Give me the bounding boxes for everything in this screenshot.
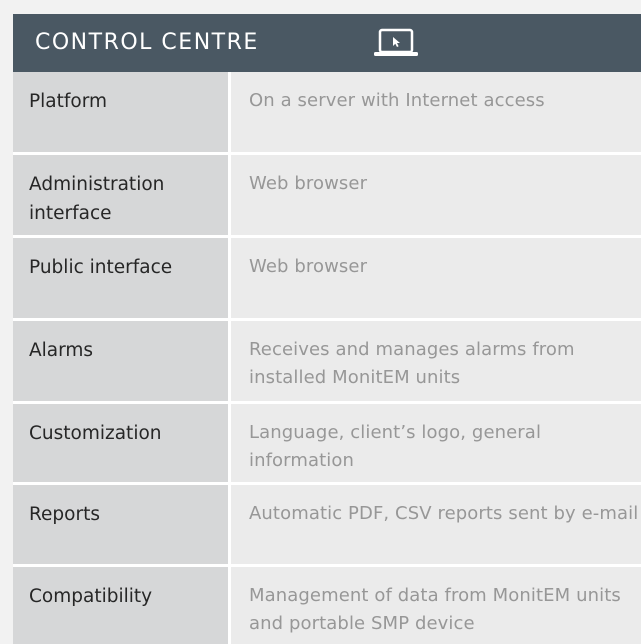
table-row: Public interface Web browser: [13, 238, 641, 321]
row-value: Automatic PDF, CSV reports sent by e-mai…: [231, 485, 641, 564]
row-label: Alarms: [13, 321, 231, 401]
table-row: Reports Automatic PDF, CSV reports sent …: [13, 485, 641, 567]
row-value: Web browser: [231, 238, 641, 318]
row-value: On a server with Internet access: [231, 72, 641, 152]
table-row: Customization Language, client’s logo, g…: [13, 404, 641, 485]
row-label: Administration interface: [13, 155, 231, 235]
row-value: Language, client’s logo, general informa…: [231, 404, 641, 482]
table-row: Compatibility Management of data from Mo…: [13, 567, 641, 644]
header-bar: CONTROL CENTRE: [13, 14, 641, 72]
table-row: Administration interface Web browser: [13, 155, 641, 238]
page-title: CONTROL CENTRE: [35, 30, 259, 55]
row-value: Web browser: [231, 155, 641, 235]
row-value: Receives and manages alarms from install…: [231, 321, 641, 401]
row-label: Customization: [13, 404, 231, 482]
row-label: Public interface: [13, 238, 231, 318]
row-label: Platform: [13, 72, 231, 152]
row-label: Reports: [13, 485, 231, 564]
table-row: Alarms Receives and manages alarms from …: [13, 321, 641, 404]
table-row: Platform On a server with Internet acces…: [13, 72, 641, 155]
row-value: Management of data from MonitEM units an…: [231, 567, 641, 644]
row-label: Compatibility: [13, 567, 231, 644]
laptop-icon: [372, 28, 420, 62]
specs-table: Platform On a server with Internet acces…: [13, 72, 641, 644]
